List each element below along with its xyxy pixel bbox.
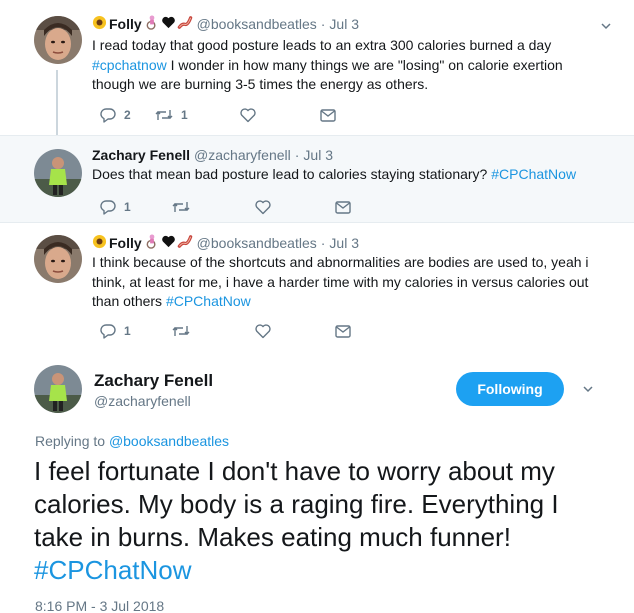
replying-to: Replying to @booksandbeatles — [35, 433, 229, 449]
reply-count: 1 — [124, 200, 131, 214]
reply-icon — [100, 324, 116, 339]
tweet-header: Zachary Fenell @zacharyfenell · Jul 3 — [92, 147, 333, 163]
black-heart-icon — [161, 234, 176, 252]
woman-wheelchair-icon — [144, 234, 160, 252]
avatar-zachary[interactable] — [34, 149, 82, 197]
message-button[interactable] — [319, 106, 337, 124]
hashtag-link[interactable]: #cpchatnow — [92, 57, 167, 73]
like-button[interactable] — [239, 106, 319, 124]
reply-button[interactable]: 1 — [99, 198, 171, 216]
tweet-time[interactable]: Jul 3 — [303, 147, 333, 163]
reply-icon — [100, 108, 116, 123]
tweet-3[interactable]: Folly @booksandbeatles · Jul 3 I think b… — [0, 223, 634, 355]
retweet-icon — [155, 110, 173, 120]
black-heart-icon — [161, 15, 176, 33]
heart-icon — [255, 200, 271, 215]
emoji-group — [144, 15, 193, 33]
author-handle[interactable]: @zacharyfenell — [194, 147, 291, 163]
heart-icon — [255, 324, 271, 339]
separator-dot: · — [294, 147, 300, 163]
tweet-text: Does that mean bad posture lead to calor… — [92, 165, 607, 185]
hashtag-link[interactable]: #CPChatNow — [34, 555, 192, 585]
heart-icon — [240, 108, 256, 123]
tweet-text-part: I read today that good posture leads to … — [92, 37, 552, 53]
emoji-group — [144, 234, 193, 252]
author-handle[interactable]: @zacharyfenell — [94, 393, 191, 409]
focused-tweet: Zachary Fenell @zacharyfenell Following … — [0, 355, 634, 613]
separator-dot: · — [320, 235, 326, 251]
like-button[interactable] — [254, 322, 334, 340]
tweet-text: I feel fortunate I don't have to worry a… — [34, 455, 614, 587]
tweet-actions: 1 — [99, 198, 352, 216]
avatar-folly[interactable] — [34, 16, 82, 64]
reply-count: 2 — [124, 108, 131, 122]
tweet-actions: 2 1 — [99, 106, 337, 124]
chevron-down-icon[interactable] — [582, 383, 594, 395]
retweet-icon — [172, 326, 190, 336]
reply-button[interactable]: 1 — [99, 322, 171, 340]
avatar-zachary[interactable] — [34, 365, 82, 413]
envelope-icon — [335, 325, 351, 338]
retweet-button[interactable] — [171, 322, 254, 340]
emoji-group — [92, 15, 107, 33]
reply-count: 1 — [124, 324, 131, 338]
hashtag-link[interactable]: #CPChatNow — [166, 293, 251, 309]
tweet-text: I read today that good posture leads to … — [92, 36, 607, 95]
tweet-time[interactable]: Jul 3 — [329, 16, 359, 32]
tweet-header: Folly @booksandbeatles · Jul 3 — [92, 234, 359, 252]
chevron-down-icon[interactable] — [600, 20, 612, 32]
author-name[interactable]: Zachary Fenell — [94, 371, 213, 391]
tweet-time[interactable]: Jul 3 — [329, 235, 359, 251]
retweet-icon — [172, 202, 190, 212]
separator-dot: · — [320, 16, 326, 32]
thread-line — [56, 70, 58, 136]
avatar-folly[interactable] — [34, 235, 82, 283]
message-button[interactable] — [334, 322, 352, 340]
retweet-button[interactable]: 1 — [154, 106, 239, 124]
bacon-icon — [177, 234, 193, 252]
tweet-text: I think because of the shortcuts and abn… — [92, 253, 607, 312]
tweet-text-part: I feel fortunate I don't have to worry a… — [34, 456, 559, 552]
author-name[interactable]: Zachary Fenell — [92, 147, 190, 163]
emoji-group — [92, 234, 107, 252]
reply-button[interactable]: 2 — [99, 106, 154, 124]
following-button[interactable]: Following — [456, 372, 564, 406]
author-name[interactable]: Folly — [109, 16, 142, 32]
tweet-actions: 1 — [99, 322, 352, 340]
author-handle[interactable]: @booksandbeatles — [197, 235, 317, 251]
author-name[interactable]: Folly — [109, 235, 142, 251]
replying-to-link[interactable]: @booksandbeatles — [109, 433, 229, 449]
tweet-header: Folly @booksandbeatles · Jul 3 — [92, 15, 359, 33]
retweet-count: 1 — [181, 108, 188, 122]
envelope-icon — [320, 109, 336, 122]
reply-icon — [100, 200, 116, 215]
envelope-icon — [335, 201, 351, 214]
tweet-timestamp[interactable]: 8:16 PM - 3 Jul 2018 — [35, 598, 164, 613]
retweet-button[interactable] — [171, 198, 254, 216]
tweet-2[interactable]: Zachary Fenell @zacharyfenell · Jul 3 Do… — [0, 135, 634, 223]
bacon-icon — [177, 15, 193, 33]
sunflower-icon — [92, 15, 107, 33]
message-button[interactable] — [334, 198, 352, 216]
author-handle[interactable]: @booksandbeatles — [197, 16, 317, 32]
like-button[interactable] — [254, 198, 334, 216]
replying-prefix: Replying to — [35, 433, 109, 449]
sunflower-icon — [92, 234, 107, 252]
tweet-1[interactable]: Folly @booksandbeatles · Jul 3 I read to… — [0, 0, 634, 136]
woman-wheelchair-icon — [144, 15, 160, 33]
hashtag-link[interactable]: #CPChatNow — [491, 166, 576, 182]
tweet-text-part: Does that mean bad posture lead to calor… — [92, 166, 492, 182]
